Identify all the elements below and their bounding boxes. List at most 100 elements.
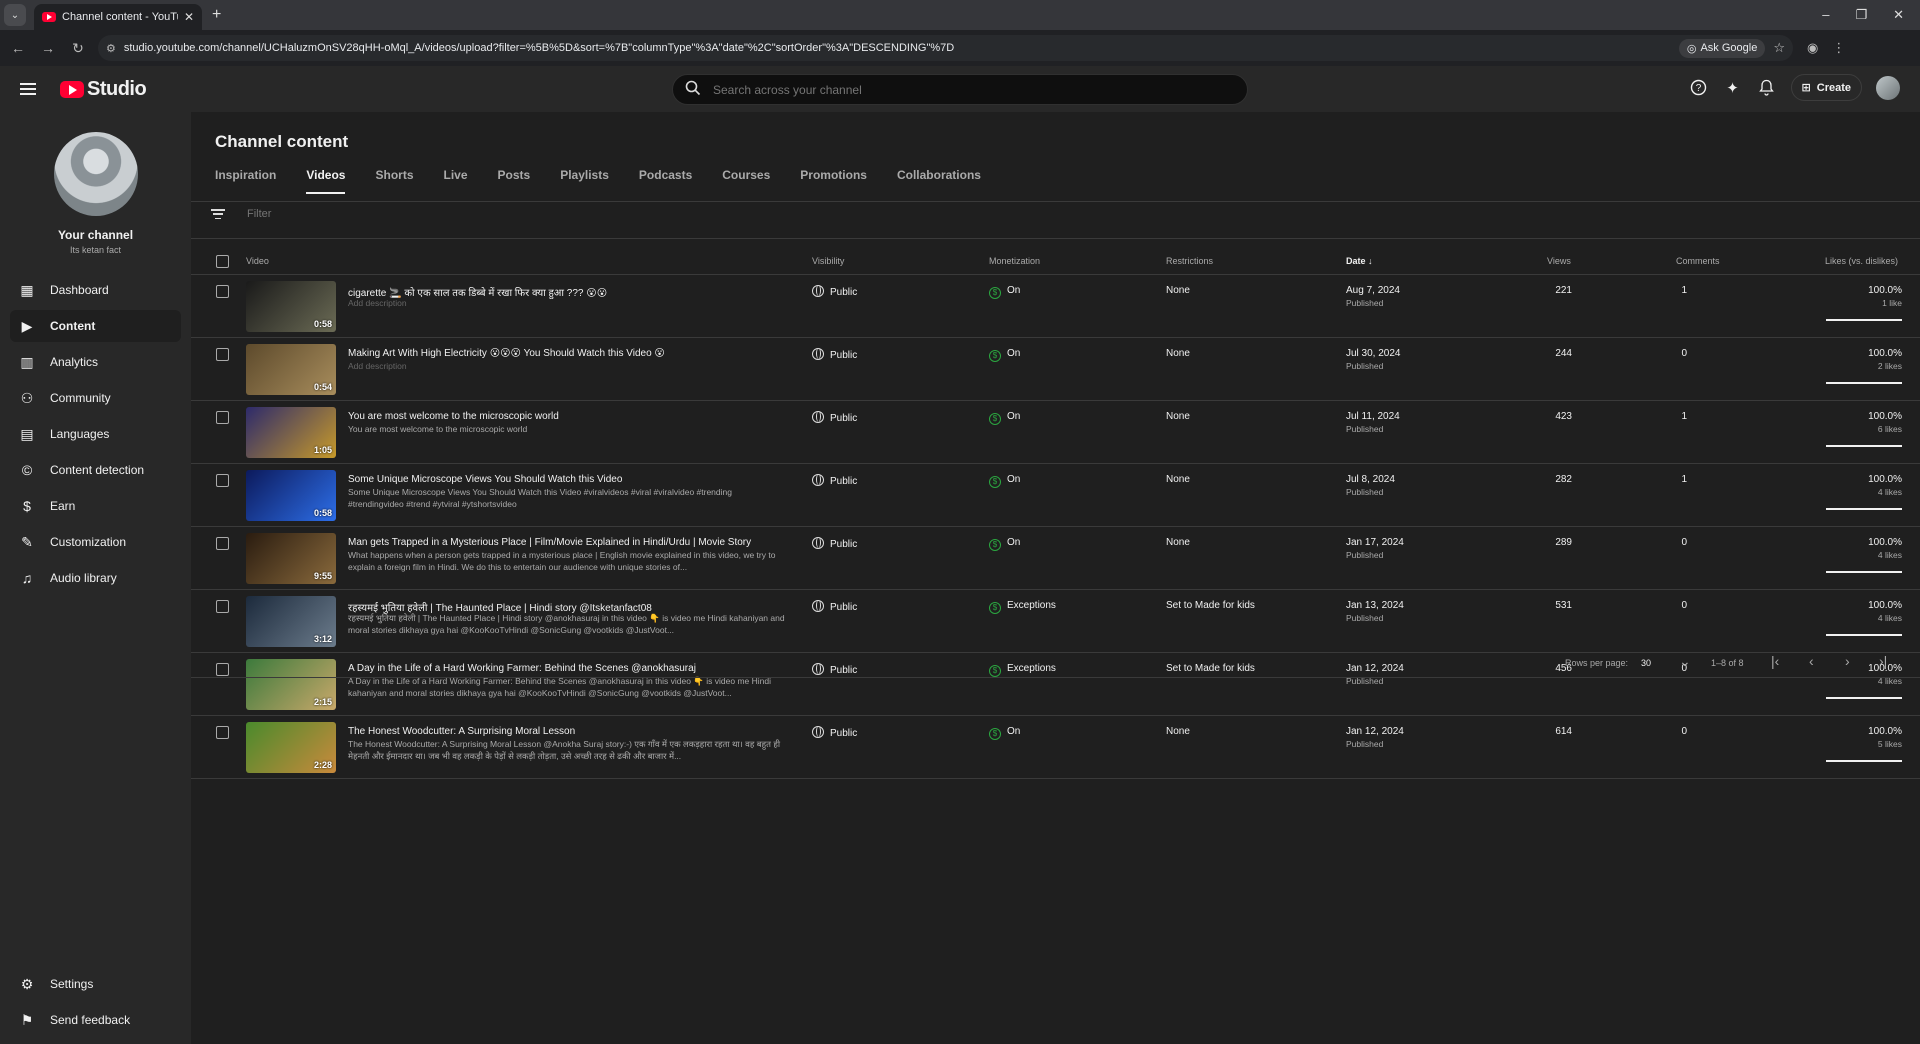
notifications-bell-icon[interactable] (1757, 78, 1777, 98)
row-checkbox[interactable] (216, 474, 229, 487)
sidebar-item-analytics[interactable]: ▥ Analytics (10, 346, 181, 378)
video-title[interactable]: Making Art With High Electricity 😮😮😮 You… (348, 348, 788, 359)
last-page-icon[interactable]: ›| (1879, 653, 1887, 669)
tab-posts[interactable]: Posts (498, 152, 531, 194)
restrictions-cell[interactable]: None (1166, 348, 1190, 359)
search-bar[interactable] (672, 74, 1248, 105)
video-title[interactable]: Man gets Trapped in a Mysterious Place |… (348, 537, 788, 548)
tab-promotions[interactable]: Promotions (800, 152, 867, 194)
filter-input[interactable] (247, 208, 547, 220)
tab-playlists[interactable]: Playlists (560, 152, 609, 194)
column-restrictions[interactable]: Restrictions (1166, 256, 1213, 266)
monetization-cell[interactable]: $ On (989, 285, 1020, 299)
video-title[interactable]: You are most welcome to the microscopic … (348, 411, 788, 422)
visibility-cell[interactable]: Public (812, 474, 857, 487)
sidebar-item-content[interactable]: ▶ Content (10, 310, 181, 342)
video-thumbnail[interactable]: 9:55 (246, 533, 336, 584)
menu-icon[interactable] (20, 83, 36, 95)
sidebar-item-dashboard[interactable]: ▦ Dashboard (10, 274, 181, 306)
url-text[interactable]: studio.youtube.com/channel/UCHaluzmOnSV2… (124, 42, 1671, 54)
monetization-cell[interactable]: $ On (989, 474, 1020, 488)
sidebar-item-customization[interactable]: ✎ Customization (10, 526, 181, 558)
monetization-cell[interactable]: $ On (989, 537, 1020, 551)
new-tab-icon[interactable]: + (212, 6, 221, 24)
table-row[interactable]: 9:55 Man gets Trapped in a Mysterious Pla… (191, 527, 1920, 590)
column-monetization[interactable]: Monetization (989, 256, 1040, 266)
row-checkbox[interactable] (216, 285, 229, 298)
column-date[interactable]: Date ↓ (1346, 256, 1373, 266)
column-visibility[interactable]: Visibility (812, 256, 844, 266)
reload-icon[interactable]: ↻ (66, 40, 90, 57)
channel-avatar[interactable] (54, 132, 138, 216)
table-row[interactable]: 2:28 The Honest Woodcutter: A Surprising … (191, 716, 1920, 779)
table-row[interactable]: 0:58 cigarette 🚬 को एक साल तक डिब्बे में … (191, 275, 1920, 338)
ask-google-button[interactable]: ◎ Ask Google (1678, 38, 1766, 58)
visibility-cell[interactable]: Public (812, 411, 857, 424)
bookmark-star-icon[interactable]: ☆ (1773, 40, 1785, 56)
close-tab-icon[interactable]: ✕ (184, 10, 194, 24)
profile-icon[interactable]: ◉ (1807, 40, 1818, 56)
video-thumbnail[interactable]: 0:54 (246, 344, 336, 395)
browser-menu-icon[interactable]: ⋮ (1832, 40, 1845, 56)
forward-icon[interactable]: → (36, 40, 60, 56)
tab-courses[interactable]: Courses (722, 152, 770, 194)
sparkle-icon[interactable]: ✦ (1723, 78, 1743, 98)
column-views[interactable]: Views (1547, 256, 1571, 266)
restrictions-cell[interactable]: None (1166, 537, 1190, 548)
sidebar-item-languages[interactable]: ▤ Languages (10, 418, 181, 450)
video-thumbnail[interactable]: 0:58 (246, 281, 336, 332)
sidebar-item-community[interactable]: ⚇ Community (10, 382, 181, 414)
first-page-icon[interactable]: |‹ (1771, 653, 1779, 669)
tab-search-icon[interactable]: ⌄ (4, 4, 26, 26)
previous-page-icon[interactable]: ‹ (1809, 653, 1814, 669)
row-checkbox[interactable] (216, 348, 229, 361)
tab-inspiration[interactable]: Inspiration (215, 152, 276, 194)
video-title[interactable]: The Honest Woodcutter: A Surprising Mora… (348, 726, 788, 737)
table-row[interactable]: 1:05 You are most welcome to the microsco… (191, 401, 1920, 464)
restrictions-cell[interactable]: Set to Made for kids (1166, 600, 1255, 611)
video-description[interactable]: Add description (348, 360, 788, 372)
monetization-cell[interactable]: $ On (989, 348, 1020, 362)
visibility-cell[interactable]: Public (812, 726, 857, 739)
back-icon[interactable]: ← (6, 40, 30, 56)
visibility-cell[interactable]: Public (812, 348, 857, 361)
browser-tab[interactable]: Channel content - YouTube Stu ✕ (34, 4, 202, 30)
row-checkbox[interactable] (216, 726, 229, 739)
restrictions-cell[interactable]: None (1166, 726, 1190, 737)
monetization-cell[interactable]: $ On (989, 411, 1020, 425)
visibility-cell[interactable]: Public (812, 285, 857, 298)
tab-collaborations[interactable]: Collaborations (897, 152, 981, 194)
sidebar-item-send-feedback[interactable]: ⚑ Send feedback (10, 1004, 181, 1036)
close-window-icon[interactable]: ✕ (1893, 7, 1904, 23)
column-likes[interactable]: Likes (vs. dislikes) (1825, 256, 1898, 266)
site-info-icon[interactable]: ⚙ (106, 42, 116, 55)
omnibox[interactable]: ⚙ studio.youtube.com/channel/UCHaluzmOnS… (98, 35, 1793, 61)
restrictions-cell[interactable]: None (1166, 285, 1190, 296)
monetization-cell[interactable]: $ Exceptions (989, 600, 1056, 614)
visibility-cell[interactable]: Public (812, 537, 857, 550)
sidebar-item-settings[interactable]: ⚙ Settings (10, 968, 181, 1000)
chevron-down-icon[interactable]: ⌄ (1679, 653, 1691, 670)
video-thumbnail[interactable]: 0:58 (246, 470, 336, 521)
tab-podcasts[interactable]: Podcasts (639, 152, 692, 194)
minimize-icon[interactable]: – (1822, 7, 1829, 23)
table-row[interactable]: 0:54 Making Art With High Electricity 😮😮😮… (191, 338, 1920, 401)
video-description[interactable]: Add description (348, 297, 788, 309)
restrictions-cell[interactable]: None (1166, 411, 1190, 422)
search-icon[interactable] (685, 80, 701, 100)
create-button[interactable]: ⊞ Create (1790, 74, 1862, 101)
restrictions-cell[interactable]: None (1166, 474, 1190, 485)
help-icon[interactable]: ? (1689, 78, 1709, 98)
monetization-cell[interactable]: $ On (989, 726, 1020, 740)
sidebar-item-audio-library[interactable]: ♫ Audio library (10, 562, 181, 594)
column-comments[interactable]: Comments (1676, 256, 1720, 266)
account-avatar[interactable] (1876, 75, 1900, 100)
table-row[interactable]: 0:58 Some Unique Microscope Views You Sho… (191, 464, 1920, 527)
tab-videos[interactable]: Videos (306, 152, 346, 194)
search-input[interactable] (713, 82, 1235, 97)
filter-icon[interactable] (211, 209, 225, 219)
row-checkbox[interactable] (216, 600, 229, 613)
video-thumbnail[interactable]: 3:12 (246, 596, 336, 647)
row-checkbox[interactable] (216, 537, 229, 550)
video-title[interactable]: Some Unique Microscope Views You Should … (348, 474, 788, 485)
